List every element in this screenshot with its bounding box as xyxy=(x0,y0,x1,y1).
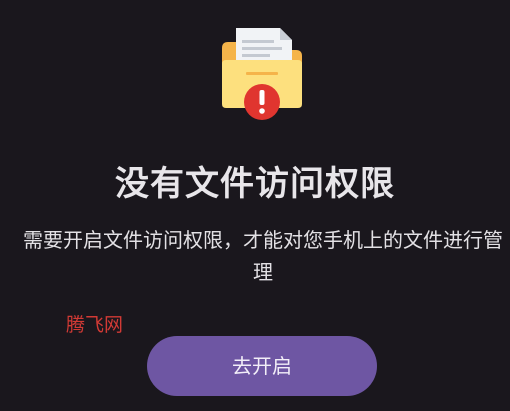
watermark-text: 腾飞网 xyxy=(66,314,124,336)
permission-description: 需要开启文件访问权限，才能对您手机上的文件进行管理 xyxy=(23,228,503,284)
permission-screen: 没有文件访问权限 需要开启文件访问权限，才能对您手机上的文件进行管理 腾飞网 去… xyxy=(0,0,510,411)
folder-warning-icon xyxy=(222,28,302,120)
page-title: 没有文件访问权限 xyxy=(115,164,395,204)
enable-permission-button[interactable]: 去开启 xyxy=(147,336,377,396)
